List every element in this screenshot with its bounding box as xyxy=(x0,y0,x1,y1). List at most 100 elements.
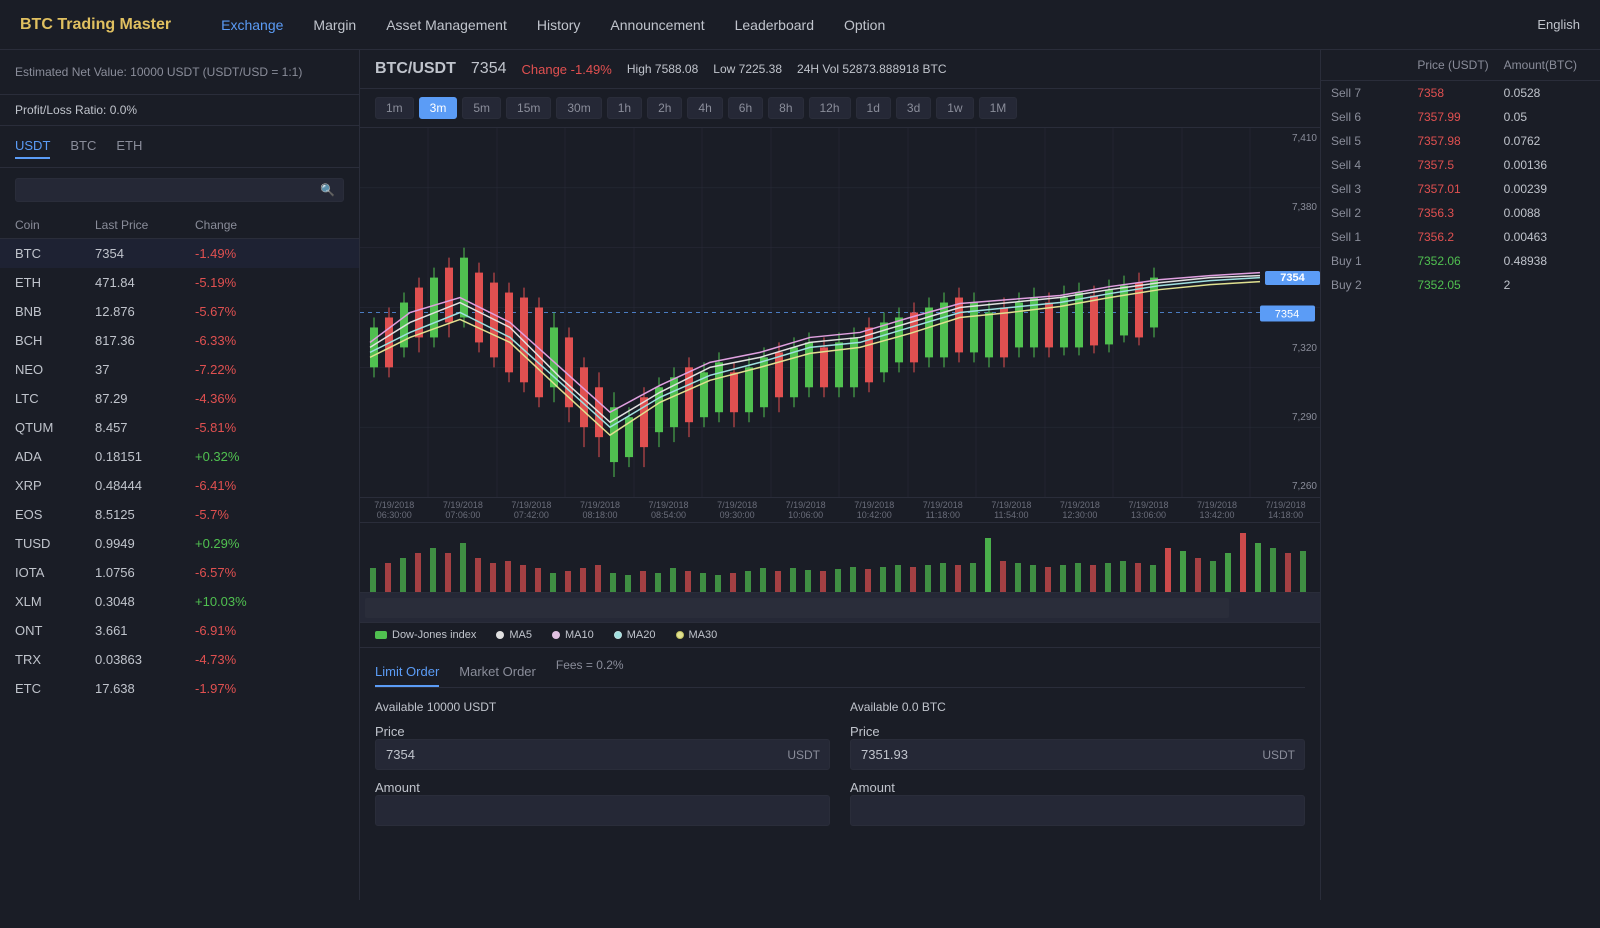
buy-amount-label: Amount xyxy=(375,780,420,795)
tf-btn-12h[interactable]: 12h xyxy=(809,97,851,119)
nav-history[interactable]: History xyxy=(537,17,581,33)
sell-price-input[interactable] xyxy=(850,739,1305,770)
sell-available: Available 0.0 BTC xyxy=(850,700,1305,714)
date-label: 7/19/2018 11:54:00 xyxy=(991,500,1031,520)
date-label: 7/19/2018 09:30:00 xyxy=(717,500,757,520)
nav-announcement[interactable]: Announcement xyxy=(610,17,704,33)
date-label: 7/19/2018 08:54:00 xyxy=(649,500,689,520)
tf-btn-1m[interactable]: 1m xyxy=(375,97,414,119)
currency-tabs: USDT BTC ETH xyxy=(0,126,359,168)
tf-btn-6h[interactable]: 6h xyxy=(728,97,763,119)
list-item[interactable]: ETC 17.638 -1.97% xyxy=(0,674,359,703)
search-icon: 🔍 xyxy=(320,183,335,197)
tab-btc[interactable]: BTC xyxy=(70,138,96,159)
chart-pair: BTC/USDT xyxy=(375,60,456,78)
left-panel: Estimated Net Value: 10000 USDT (USDT/US… xyxy=(0,50,360,900)
table-row[interactable]: Sell 3 7357.01 0.00239 xyxy=(1321,177,1600,201)
list-item[interactable]: TRX 0.03863 -4.73% xyxy=(0,645,359,674)
volume-area xyxy=(360,523,1320,593)
date-label: 7/19/2018 08:18:00 xyxy=(580,500,620,520)
list-item[interactable]: XLM 0.3048 +10.03% xyxy=(0,587,359,616)
list-item[interactable]: BTC 7354 -1.49% xyxy=(0,239,359,268)
list-item[interactable]: ONT 3.661 -6.91% xyxy=(0,616,359,645)
tab-eth[interactable]: ETH xyxy=(116,138,142,159)
table-row[interactable]: Sell 4 7357.5 0.00136 xyxy=(1321,153,1600,177)
sell-price-label: Price xyxy=(850,724,880,739)
tf-btn-5m[interactable]: 5m xyxy=(462,97,501,119)
date-label: 7/19/2018 13:06:00 xyxy=(1128,500,1168,520)
list-item[interactable]: XRP 0.48444 -6.41% xyxy=(0,471,359,500)
nav-option[interactable]: Option xyxy=(844,17,885,33)
sell-amount-input[interactable] xyxy=(850,795,1305,826)
list-item[interactable]: ADA 0.18151 +0.32% xyxy=(0,442,359,471)
table-row[interactable]: Sell 2 7356.3 0.0088 xyxy=(1321,201,1600,225)
list-item[interactable]: BCH 817.36 -6.33% xyxy=(0,326,359,355)
tf-btn-4h[interactable]: 4h xyxy=(687,97,722,119)
tab-market-order[interactable]: Market Order xyxy=(459,658,536,687)
chart-scroll[interactable] xyxy=(360,593,1320,623)
list-item[interactable]: EOS 8.5125 -5.7% xyxy=(0,500,359,529)
order-panel: Limit Order Market Order Fees = 0.2% Ava… xyxy=(360,648,1320,928)
tf-btn-1h[interactable]: 1h xyxy=(607,97,642,119)
buy-amount-input[interactable] xyxy=(375,795,830,826)
table-row[interactable]: Buy 1 7352.06 0.48938 xyxy=(1321,249,1600,273)
search-input[interactable] xyxy=(24,183,320,197)
tf-btn-8h[interactable]: 8h xyxy=(768,97,803,119)
sell-price-unit: USDT xyxy=(1262,748,1295,762)
buy-available: Available 10000 USDT xyxy=(375,700,830,714)
tab-limit-order[interactable]: Limit Order xyxy=(375,658,439,687)
table-row[interactable]: Sell 7 7358 0.0528 xyxy=(1321,81,1600,105)
tf-btn-1d[interactable]: 1d xyxy=(856,97,891,119)
buy-price-input-wrap: USDT xyxy=(375,739,830,770)
tf-btn-1m[interactable]: 1M xyxy=(979,97,1018,119)
table-row[interactable]: Sell 1 7356.2 0.00463 xyxy=(1321,225,1600,249)
buy-price-input[interactable] xyxy=(375,739,830,770)
order-tabs: Limit Order Market Order Fees = 0.2% xyxy=(375,658,1305,688)
sell-column: Available 0.0 BTC Price USDT Amount xyxy=(850,700,1305,836)
language-selector[interactable]: English xyxy=(1537,17,1580,32)
date-label: 7/19/2018 14:18:00 xyxy=(1266,500,1306,520)
list-item[interactable]: LTC 87.29 -4.36% xyxy=(0,384,359,413)
list-item[interactable]: TUSD 0.9949 +0.29% xyxy=(0,529,359,558)
ma10: MA10 xyxy=(552,629,594,641)
sell-amount-label: Amount xyxy=(850,780,895,795)
main-area: BTC/USDT 7354 Change -1.49% High 7588.08… xyxy=(360,50,1320,900)
chart-change: Change -1.49% xyxy=(521,62,611,77)
nav-asset[interactable]: Asset Management xyxy=(386,17,507,33)
date-label: 7/19/2018 11:18:00 xyxy=(923,500,963,520)
tf-btn-1w[interactable]: 1w xyxy=(936,97,973,119)
list-item[interactable]: NEO 37 -7.22% xyxy=(0,355,359,384)
search-box: 🔍 xyxy=(15,178,344,202)
table-row[interactable]: Sell 6 7357.99 0.05 xyxy=(1321,105,1600,129)
ma-dji: Dow-Jones index xyxy=(375,629,476,641)
tf-btn-30m[interactable]: 30m xyxy=(556,97,601,119)
chart-vol: 24H Vol 52873.888918 BTC xyxy=(797,62,946,76)
list-item[interactable]: QTUM 8.457 -5.81% xyxy=(0,413,359,442)
chart-low: Low 7225.38 xyxy=(713,62,782,76)
list-item[interactable]: ETH 471.84 -5.19% xyxy=(0,268,359,297)
list-item[interactable]: IOTA 1.0756 -6.57% xyxy=(0,558,359,587)
timeframe-bar: 1m3m5m15m30m 1h2h4h 6h8h 12h1d3d1w 1M xyxy=(360,89,1320,128)
chart-high: High 7588.08 xyxy=(627,62,698,76)
ma30-icon xyxy=(676,631,684,639)
table-row[interactable]: Sell 5 7357.98 0.0762 xyxy=(1321,129,1600,153)
ob-sells: Sell 7 7358 0.0528 Sell 6 7357.99 0.05 S… xyxy=(1321,81,1600,249)
date-label: 7/19/2018 10:06:00 xyxy=(786,500,826,520)
price-chart: 7354 xyxy=(360,128,1320,497)
buy-amount-input-wrap xyxy=(375,795,830,826)
nav-exchange[interactable]: Exchange xyxy=(221,17,283,33)
table-row[interactable]: Buy 2 7352.05 2 xyxy=(1321,273,1600,297)
chart-dates: 7/19/2018 06:30:007/19/2018 07:06:007/19… xyxy=(360,498,1320,523)
price-labels: 7,410 7,380 7354 7,320 7,290 7,260 xyxy=(1265,128,1320,497)
date-label: 7/19/2018 12:30:00 xyxy=(1060,500,1100,520)
nav-margin[interactable]: Margin xyxy=(313,17,356,33)
list-item[interactable]: BNB 12.876 -5.67% xyxy=(0,297,359,326)
tab-usdt[interactable]: USDT xyxy=(15,138,50,159)
nav-leaderboard[interactable]: Leaderboard xyxy=(735,17,814,33)
tf-btn-3d[interactable]: 3d xyxy=(896,97,931,119)
header: BTC Trading Master Exchange Margin Asset… xyxy=(0,0,1600,50)
tf-btn-2h[interactable]: 2h xyxy=(647,97,682,119)
tf-btn-15m[interactable]: 15m xyxy=(506,97,551,119)
tf-btn-3m[interactable]: 3m xyxy=(419,97,458,119)
scroll-thumb[interactable] xyxy=(365,598,1229,618)
